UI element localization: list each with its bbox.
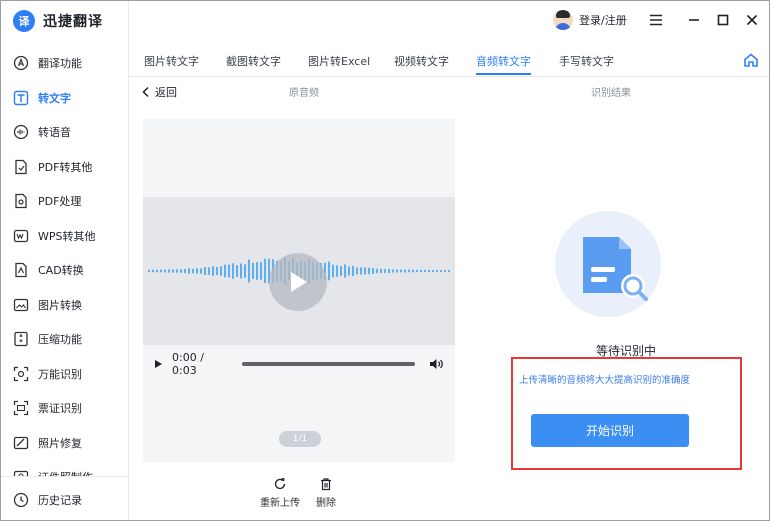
sidebar-item-label: PDF处理 (38, 195, 82, 209)
page-indicator: 1/1 (279, 431, 321, 447)
sidebar-item-label: 照片修复 (38, 436, 82, 450)
active-tab-indicator (476, 73, 531, 75)
avatar (553, 10, 573, 30)
audio-controls: 0:00 / 0:03 (143, 345, 455, 383)
text-t-icon (13, 90, 29, 105)
sidebar: 译 迅捷翻译 翻译功能转文字转语音 PDF转其他 PDF处理 WPS转其他 CAD转换图… (1, 1, 129, 520)
app-name: 迅捷翻译 (43, 14, 103, 30)
sidebar-item-label: CAD转换 (38, 264, 84, 278)
login-button[interactable]: 登录/注册 (553, 10, 627, 30)
trash-icon (321, 478, 331, 491)
tab-audio-to-text[interactable]: 音频转文字 (476, 53, 531, 69)
audio-progress-slider[interactable] (242, 362, 415, 366)
pdf-process-icon (15, 194, 27, 209)
sidebar-item-11[interactable]: 票证识别 (1, 391, 128, 426)
audio-preview (143, 197, 455, 345)
pdf-convert-icon (15, 159, 27, 174)
original-audio-label: 原音频 (289, 88, 319, 99)
sidebar-item-label: 历史记录 (38, 493, 82, 507)
maximize-icon[interactable] (714, 11, 732, 29)
app-logo-icon: 译 (13, 10, 35, 32)
sidebar-item-label: 票证识别 (38, 402, 82, 416)
reupload-button[interactable]: 重新上传 (255, 477, 305, 509)
sidebar-item-5[interactable]: PDF处理 (1, 184, 128, 219)
sidebar-item-label: PDF转其他 (38, 160, 93, 174)
audio-play-button[interactable] (155, 360, 162, 368)
compress-icon (14, 332, 28, 347)
audio-time: 0:00 / 0:03 (172, 351, 204, 377)
document-search-icon (583, 237, 648, 301)
brand: 译 迅捷翻译 (1, 1, 128, 41)
audio-wave-icon (13, 125, 29, 140)
volume-icon[interactable] (429, 358, 443, 370)
tab-screenshot-to-text[interactable]: 截图转文字 (226, 53, 281, 69)
tab-image-to-excel[interactable]: 图片转Excel (308, 53, 370, 69)
translate-a-icon (13, 56, 29, 71)
tab-image-to-text[interactable]: 图片转文字 (144, 53, 199, 69)
back-label: 返回 (155, 86, 177, 99)
sidebar-item-label: 翻译功能 (38, 57, 82, 71)
sidebar-item-7[interactable]: CAD转换 (1, 253, 128, 288)
upload-hint: 上传清晰的音频将大大提高识别的准确度 (519, 375, 691, 386)
preview-play-button[interactable] (269, 253, 327, 311)
sidebar-item-label: 压缩功能 (38, 333, 82, 347)
sidebar-item-10[interactable]: 万能识别 (1, 357, 128, 392)
sidebar-item-4[interactable]: PDF转其他 (1, 150, 128, 185)
sub-header: 返回 原音频 识别结果 (129, 78, 769, 104)
sidebar-item-9[interactable]: 压缩功能 (1, 322, 128, 357)
sidebar-item-label: 证件照制作 (38, 469, 93, 476)
menu-icon[interactable] (647, 11, 665, 29)
wps-icon (13, 229, 29, 242)
sidebar-item-label: WPS转其他 (38, 229, 96, 243)
sidebar-item-label: 转语音 (38, 126, 71, 140)
login-label: 登录/注册 (579, 14, 627, 27)
result-label: 识别结果 (591, 88, 631, 99)
chevron-left-icon (142, 86, 149, 98)
sidebar-item-label: 图片转换 (38, 298, 82, 312)
close-icon[interactable] (743, 11, 761, 29)
sidebar-item-13[interactable]: 证件照制作 (1, 460, 128, 476)
sidebar-item-3[interactable]: 转语音 (1, 115, 128, 150)
sidebar-item-6[interactable]: WPS转其他 (1, 219, 128, 254)
audio-panel: 0:00 / 0:03 1/1 (143, 119, 455, 462)
photo-fix-icon (13, 436, 29, 449)
cad-icon (15, 263, 27, 278)
sidebar-item-1[interactable]: 翻译功能 (1, 46, 128, 81)
ticket-icon (13, 401, 29, 416)
sidebar-nav: 翻译功能转文字转语音 PDF转其他 PDF处理 WPS转其他 CAD转换图片转换压缩功能… (1, 46, 128, 476)
id-photo-icon (13, 471, 29, 476)
image-icon (13, 298, 29, 311)
home-icon[interactable] (743, 52, 759, 68)
document-illustration (555, 211, 661, 317)
play-icon (291, 272, 307, 292)
sidebar-item-history[interactable]: 历史记录 (1, 476, 128, 520)
tab-handwriting-to-text[interactable]: 手写转文字 (559, 53, 614, 69)
sidebar-item-label: 转文字 (38, 91, 71, 105)
start-recognition-button[interactable]: 开始识别 (531, 414, 689, 447)
minimize-icon[interactable] (685, 11, 703, 29)
sidebar-item-2[interactable]: 转文字 (1, 81, 128, 116)
feature-tabs: 图片转文字 截图转文字 图片转Excel 视频转文字 音频转文字 手写转文字 (129, 41, 769, 77)
title-bar: 登录/注册 (129, 1, 769, 41)
scan-icon (13, 366, 29, 381)
tab-video-to-text[interactable]: 视频转文字 (394, 53, 449, 69)
sidebar-item-8[interactable]: 图片转换 (1, 288, 128, 323)
back-button[interactable]: 返回 (141, 84, 177, 100)
delete-label: 删除 (316, 498, 336, 509)
refresh-icon (274, 478, 286, 490)
history-icon (13, 492, 29, 507)
reupload-label: 重新上传 (260, 498, 300, 509)
app-window: 译 迅捷翻译 翻译功能 转文字 转语音 PDF转其他 PDF处理 WPS转其他 CAD转换图… (0, 0, 770, 521)
sidebar-item-12[interactable]: 照片修复 (1, 426, 128, 461)
sidebar-item-label: 万能识别 (38, 367, 82, 381)
delete-button[interactable]: 删除 (301, 477, 351, 509)
